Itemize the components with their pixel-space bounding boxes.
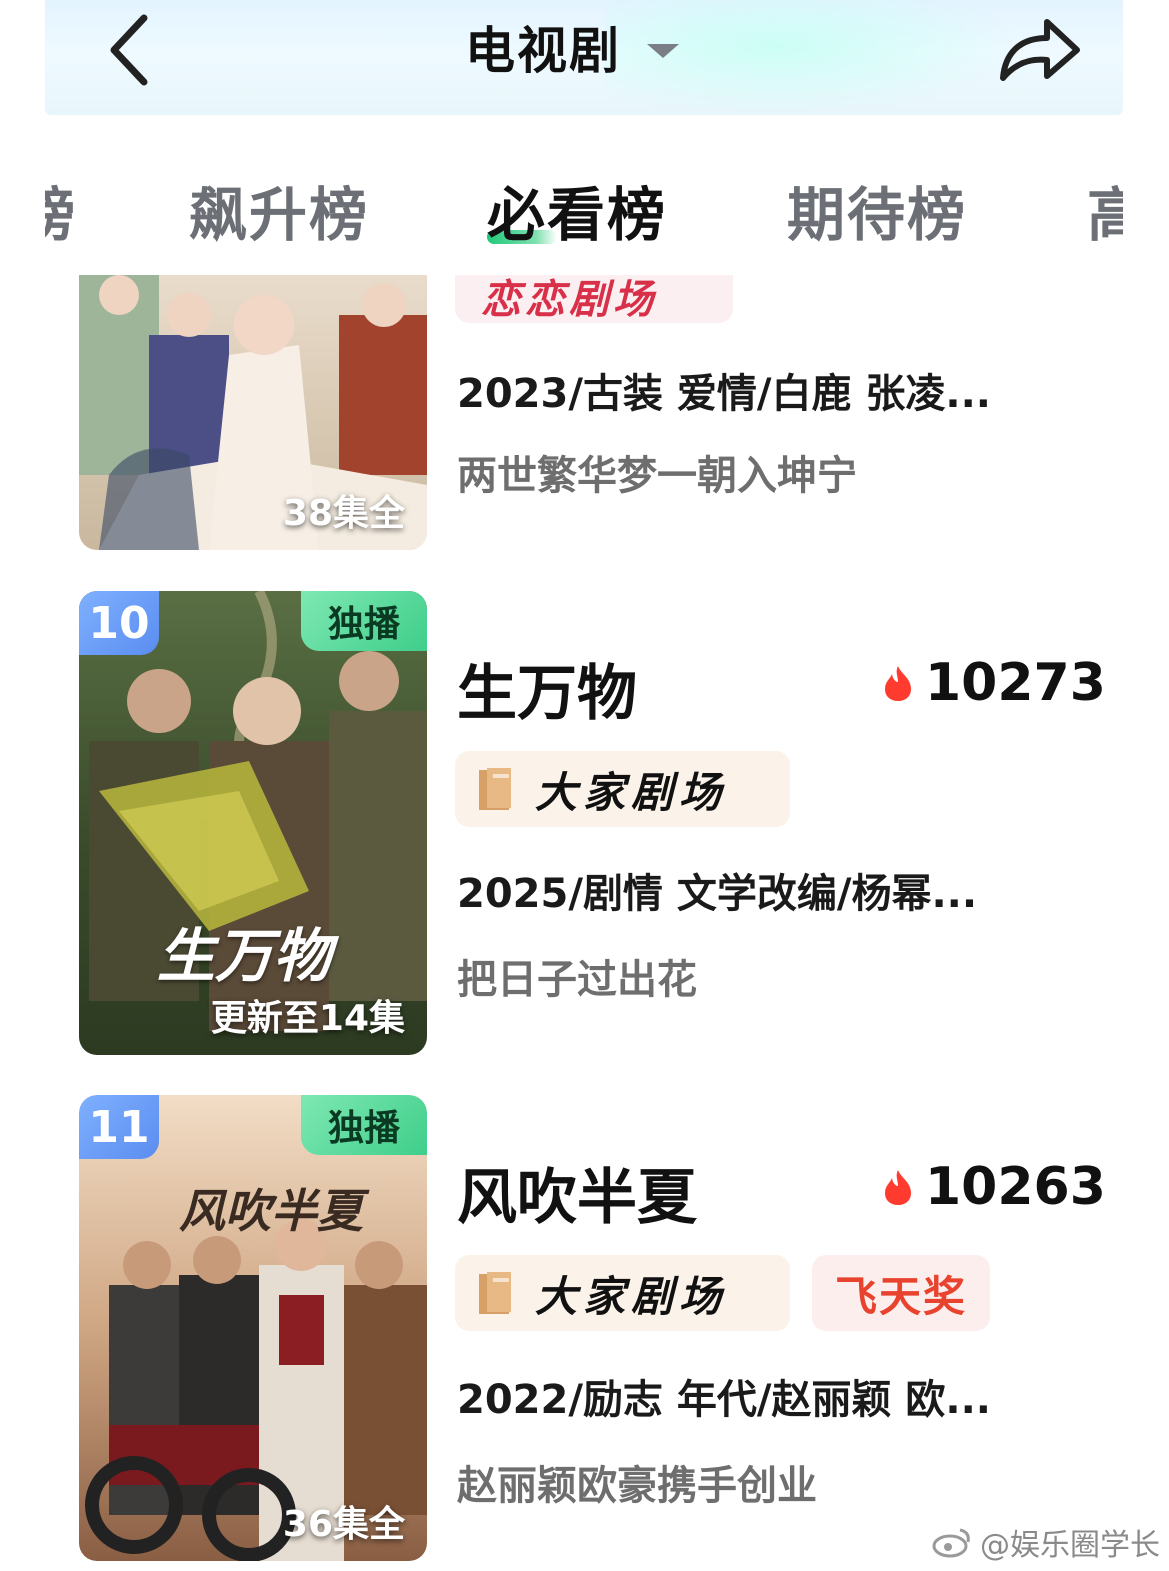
- episode-count: 更新至14集: [210, 998, 405, 1039]
- drama-meta: 2025/剧情 文学改编/杨幂...: [457, 871, 978, 917]
- drama-tagline: 两世繁华梦一朝入坤宁: [457, 453, 857, 499]
- heat-score: 10263: [883, 1157, 1106, 1217]
- rank-badge: 11: [79, 1095, 159, 1159]
- theater-label: 大家剧场: [535, 767, 728, 817]
- list-item[interactable]: 10 独播 生万物 更新至14集 生万物 10273 大家剧场 2025/剧情 …: [79, 591, 1129, 1055]
- book-icon: [479, 768, 511, 810]
- poster-calligraphy-title: 风吹半夏: [179, 1184, 363, 1238]
- award-label: 飞天奖: [834, 1271, 967, 1321]
- theater-logo: 恋恋剧场: [455, 275, 733, 323]
- tab-rising[interactable]: 飙升榜: [189, 168, 369, 252]
- theater-label: 大家剧场: [535, 1271, 728, 1321]
- drama-poster[interactable]: 38集全: [79, 275, 427, 550]
- theater-tag[interactable]: 大家剧场: [455, 751, 790, 827]
- weibo-icon: [932, 1528, 970, 1558]
- drama-poster[interactable]: 11 独播 风吹半夏 36集全: [79, 1095, 427, 1561]
- poster-calligraphy-title: 生万物: [157, 922, 332, 990]
- drama-tagline: 赵丽颖欧豪携手创业: [457, 1463, 817, 1509]
- app-header: 电视剧: [45, 0, 1123, 115]
- episode-count: 38集全: [282, 493, 405, 534]
- exclusive-badge: 独播: [301, 591, 427, 651]
- tab-partial-right[interactable]: 高: [1087, 168, 1123, 252]
- flame-icon: [885, 1170, 911, 1205]
- ranking-tabs: 榜 飙升榜 必看榜 期待榜 高: [45, 150, 1123, 260]
- list-item[interactable]: 38集全 恋恋剧场 2023/古装 爱情/白鹿 张凌... 两世繁华梦一朝入坤宁: [79, 275, 1129, 550]
- tab-partial-left[interactable]: 榜: [45, 168, 77, 252]
- award-tag[interactable]: 飞天奖: [812, 1255, 990, 1331]
- flame-icon: [885, 666, 911, 701]
- drama-title[interactable]: 生万物: [457, 645, 637, 732]
- chevron-left-icon: [110, 14, 148, 86]
- heat-score: 10273: [883, 653, 1106, 713]
- channel-selector[interactable]: 电视剧: [465, 12, 679, 82]
- tab-must-watch[interactable]: 必看榜: [487, 168, 667, 252]
- rank-badge: 10: [79, 591, 159, 655]
- page-title: 电视剧: [465, 22, 621, 80]
- heat-value: 10263: [925, 1157, 1106, 1217]
- tab-anticipated[interactable]: 期待榜: [787, 168, 967, 252]
- drama-meta: 2022/励志 年代/赵丽颖 欧...: [457, 1377, 991, 1423]
- back-button[interactable]: [100, 8, 160, 86]
- poster-image: [79, 1095, 427, 1561]
- theater-tag[interactable]: 大家剧场: [455, 1255, 790, 1331]
- drama-meta: 2023/古装 爱情/白鹿 张凌...: [457, 371, 991, 417]
- drama-poster[interactable]: 10 独播 生万物 更新至14集: [79, 591, 427, 1055]
- exclusive-badge: 独播: [301, 1095, 427, 1155]
- share-button[interactable]: [995, 8, 1085, 86]
- drama-title[interactable]: 风吹半夏: [457, 1149, 697, 1236]
- list-item[interactable]: 11 独播 风吹半夏 36集全 风吹半夏 10263 大家剧场 飞天奖 2022…: [79, 1095, 1129, 1561]
- watermark: @娱乐圈学长: [932, 1520, 1160, 1564]
- heat-value: 10273: [925, 653, 1106, 713]
- book-icon: [479, 1272, 511, 1314]
- chevron-down-icon: [647, 44, 679, 58]
- episode-count: 36集全: [282, 1504, 405, 1545]
- watermark-text: @娱乐圈学长: [980, 1528, 1160, 1563]
- drama-tagline: 把日子过出花: [457, 957, 697, 1003]
- share-icon: [1000, 19, 1080, 81]
